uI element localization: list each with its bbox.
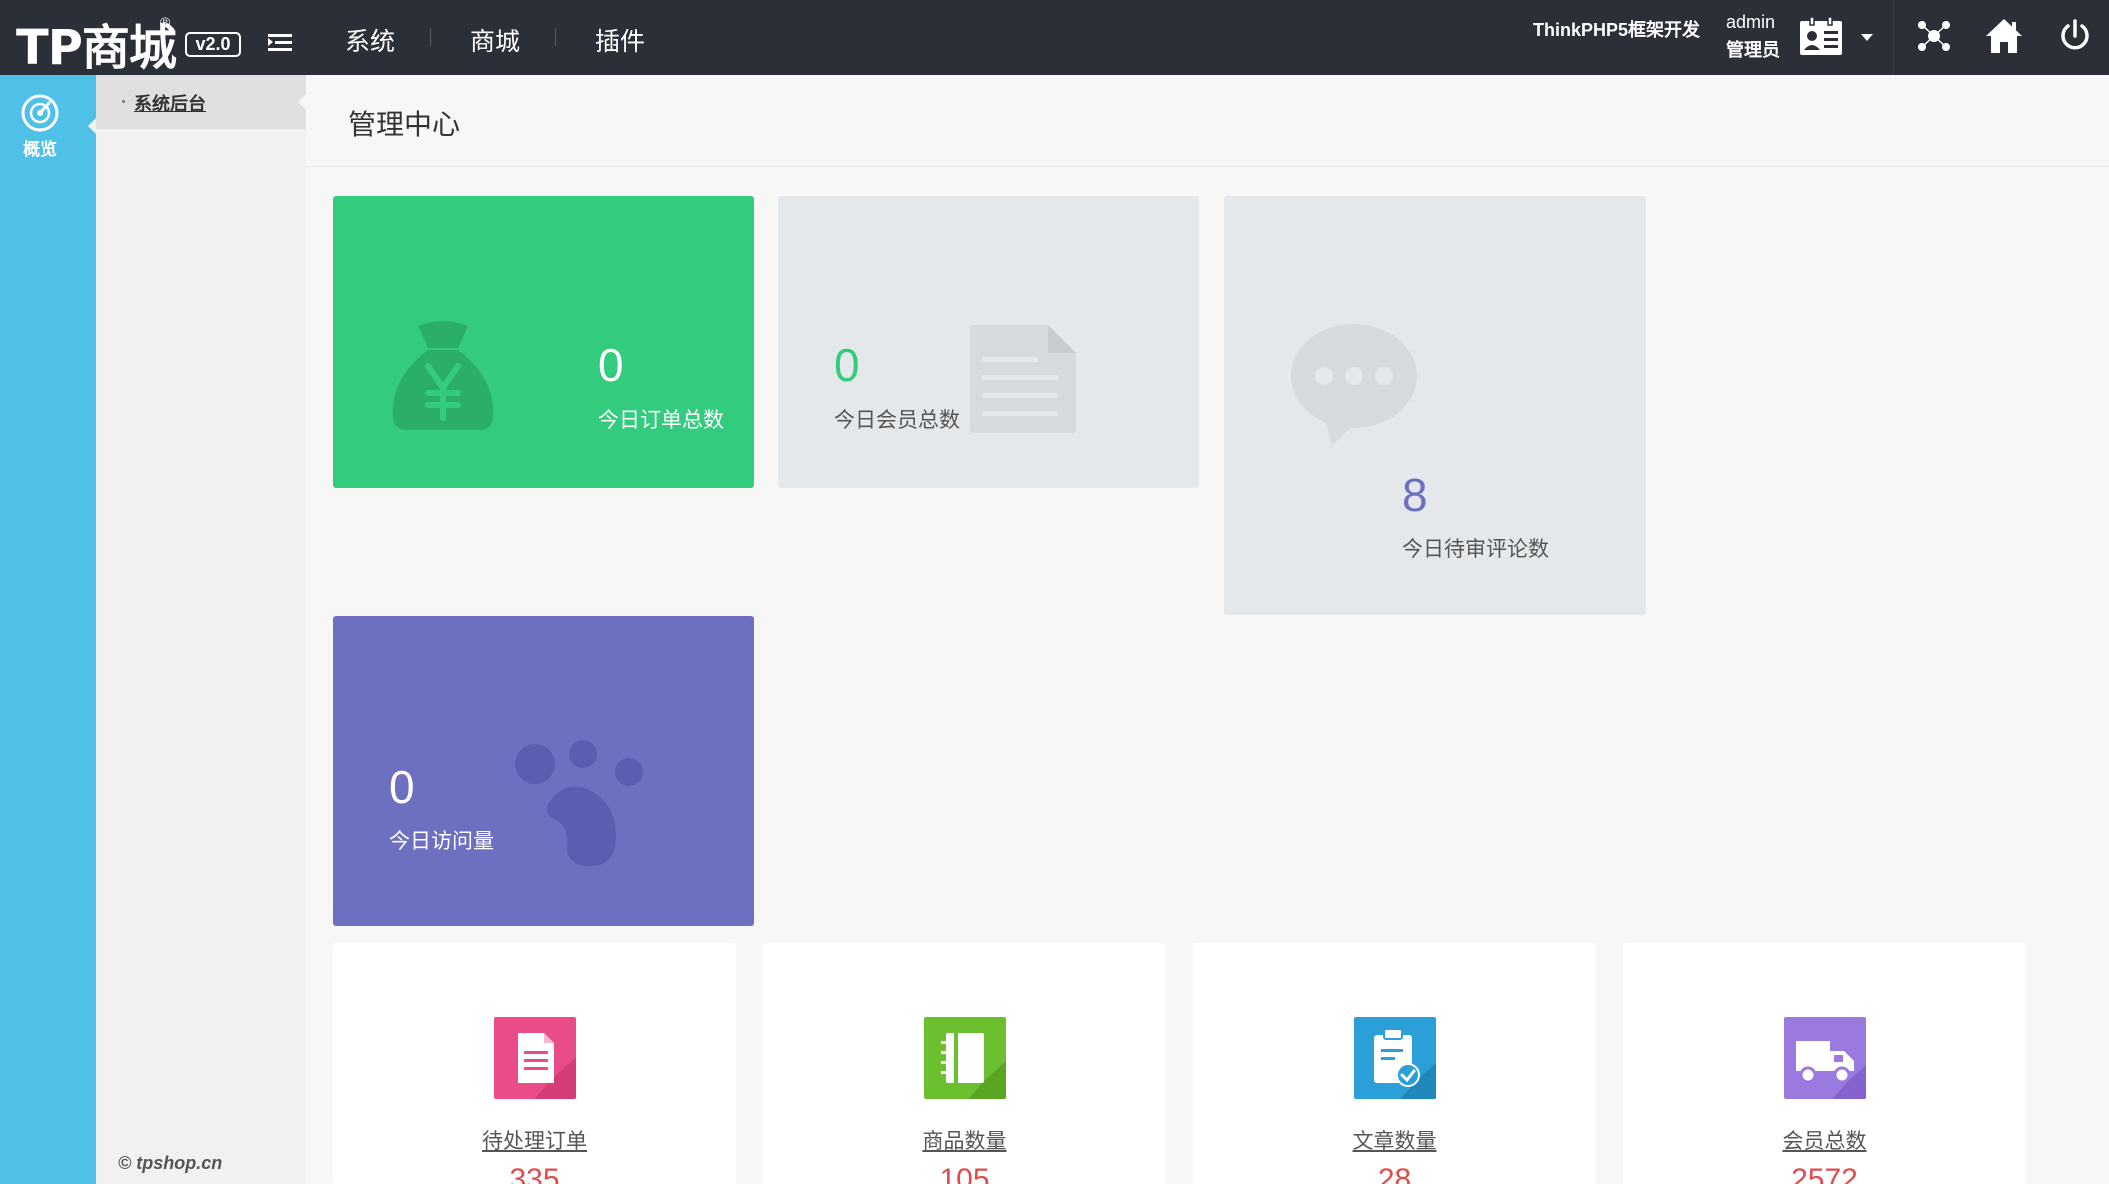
tile-today-pending-comments[interactable]: 8 今日待审评论数: [1224, 196, 1646, 615]
rail-item-overview[interactable]: 概览: [0, 75, 97, 175]
rail-item-label: 概览: [23, 140, 57, 159]
money-bag-icon: [392, 321, 494, 430]
stat-card-members[interactable]: 会员总数 2572: [1623, 943, 2026, 1184]
nav-shop[interactable]: 商城: [470, 22, 520, 58]
tile-today-members[interactable]: 0 今日会员总数: [778, 196, 1199, 488]
tile-value: 8: [1402, 469, 1428, 521]
top-divider: [1893, 0, 1894, 75]
chevron-down-icon[interactable]: [1861, 34, 1873, 41]
tile-value: 0: [598, 339, 624, 391]
stat-label[interactable]: 商品数量: [763, 1125, 1166, 1155]
sub-sidebar: 系统后台 © tpshop.cn: [96, 75, 307, 1184]
nav-divider: [430, 28, 431, 46]
copyright-text: © tpshop.cn: [118, 1153, 223, 1173]
network-icon[interactable]: [1914, 16, 1954, 56]
document-icon: [970, 325, 1076, 433]
menu-toggle-icon[interactable]: [268, 34, 292, 52]
framework-brand-text: ThinkPHP5框架开发: [1533, 20, 1701, 40]
dashboard-icon: [21, 94, 59, 132]
power-icon[interactable]: [2055, 16, 2095, 56]
chat-bubble-icon: [1291, 324, 1417, 445]
user-role: 管理员: [1726, 40, 1780, 60]
tile-label: 今日访问量: [389, 830, 494, 853]
tile-today-visits[interactable]: 0 今日访问量: [333, 616, 754, 926]
tile-label: 今日订单总数: [598, 409, 724, 432]
user-name[interactable]: admin: [1726, 12, 1775, 33]
footprint-icon: [515, 740, 643, 867]
tile-today-orders[interactable]: 0 今日订单总数: [333, 196, 754, 488]
clipboard-check-icon: [1354, 1017, 1436, 1099]
stat-card-pending-orders[interactable]: 待处理订单 335: [333, 943, 736, 1184]
top-bar: TP商城 ® v2.0 系统 商城 插件 ThinkPHP5框架开发 admin…: [0, 0, 2109, 78]
stat-value: 105: [939, 1163, 990, 1184]
stat-value: 335: [509, 1163, 560, 1184]
stat-label[interactable]: 会员总数: [1623, 1125, 2026, 1155]
stat-value: 28: [1377, 1163, 1412, 1184]
stat-card-articles[interactable]: 文章数量 28: [1193, 943, 1596, 1184]
truck-icon: [1784, 1017, 1866, 1099]
home-icon[interactable]: [1984, 16, 2024, 56]
module-rail: 概览: [0, 75, 97, 1184]
page-title: 管理中心: [348, 109, 461, 140]
sidebar-item-system-backend[interactable]: 系统后台: [96, 75, 307, 129]
stat-card-products[interactable]: 商品数量 105: [763, 943, 1166, 1184]
logo-registered-mark: ®: [160, 14, 171, 30]
bullet-icon: [122, 100, 125, 103]
tile-value: 0: [834, 339, 860, 391]
nav-system[interactable]: 系统: [345, 22, 395, 58]
version-badge: v2.0: [185, 32, 241, 57]
stat-label[interactable]: 待处理订单: [333, 1125, 736, 1155]
stat-label[interactable]: 文章数量: [1193, 1125, 1596, 1155]
logo[interactable]: TP商城: [16, 8, 177, 78]
sidebar-item-label: 系统后台: [134, 94, 206, 114]
tile-label: 今日待审评论数: [1402, 538, 1549, 561]
order-doc-icon: [494, 1017, 576, 1099]
tile-value: 0: [389, 761, 415, 813]
stat-value: 2572: [1791, 1163, 1858, 1184]
notebook-icon: [924, 1017, 1006, 1099]
user-card-icon[interactable]: [1799, 16, 1843, 56]
nav-plugins[interactable]: 插件: [595, 22, 645, 58]
tile-label: 今日会员总数: [834, 409, 960, 432]
content-header: 管理中心: [306, 75, 2109, 167]
nav-divider: [555, 28, 556, 46]
